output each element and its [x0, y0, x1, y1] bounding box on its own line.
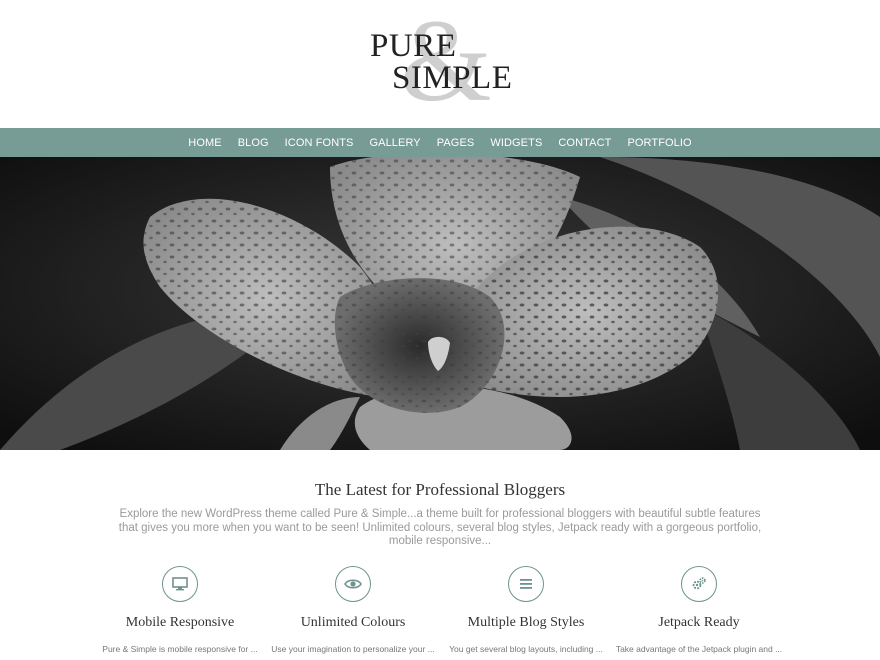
monitor-icon[interactable] — [162, 566, 198, 602]
logo-word-simple: SIMPLE — [392, 60, 513, 96]
nav-blog[interactable]: BLOG — [230, 137, 277, 149]
eye-icon[interactable] — [335, 566, 371, 602]
feature-multiple-blog-styles: Multiple Blog Styles You get several blo… — [441, 566, 611, 660]
nav-pages[interactable]: PAGES — [429, 137, 483, 149]
intro-title: The Latest for Professional Bloggers — [314, 480, 566, 499]
features-row: Mobile Responsive Pure & Simple is mobil… — [0, 566, 880, 660]
feature-mobile-responsive: Mobile Responsive Pure & Simple is mobil… — [95, 566, 265, 660]
intro-text: Explore the new WordPress theme called P… — [118, 508, 762, 547]
feature-title: Jetpack Ready — [658, 615, 740, 630]
list-icon[interactable] — [508, 566, 544, 602]
orchid-illustration — [0, 157, 880, 450]
nav-portfolio[interactable]: PORTFOLIO — [619, 137, 699, 149]
nav-home[interactable]: HOME — [180, 137, 229, 149]
site-logo[interactable]: & PURE SIMPLE — [360, 2, 530, 120]
main-navigation: HOME BLOG ICON FONTS GALLERY PAGES WIDGE… — [0, 128, 880, 157]
gears-icon[interactable] — [681, 566, 717, 602]
nav-widgets[interactable]: WIDGETS — [482, 137, 550, 149]
feature-title: Unlimited Colours — [300, 615, 406, 630]
nav-icon-fonts[interactable]: ICON FONTS — [277, 137, 362, 149]
hero-image — [0, 157, 880, 450]
feature-jetpack-ready: Jetpack Ready Take advantage of the Jetp… — [614, 566, 784, 660]
feature-text: Use your imagination to personalize your… — [271, 644, 435, 654]
feature-title: Multiple Blog Styles — [467, 615, 585, 630]
feature-text: You get several blog layouts, including … — [449, 644, 603, 654]
nav-contact[interactable]: CONTACT — [550, 137, 619, 149]
feature-title: Mobile Responsive — [125, 615, 235, 630]
nav-gallery[interactable]: GALLERY — [362, 137, 429, 149]
feature-unlimited-colours: Unlimited Colours Use your imagination t… — [268, 566, 438, 660]
feature-text: Take advantage of the Jetpack plugin and… — [615, 644, 783, 654]
site-header: & PURE SIMPLE — [0, 0, 880, 128]
feature-text: Pure & Simple is mobile responsive for .… — [102, 644, 258, 654]
